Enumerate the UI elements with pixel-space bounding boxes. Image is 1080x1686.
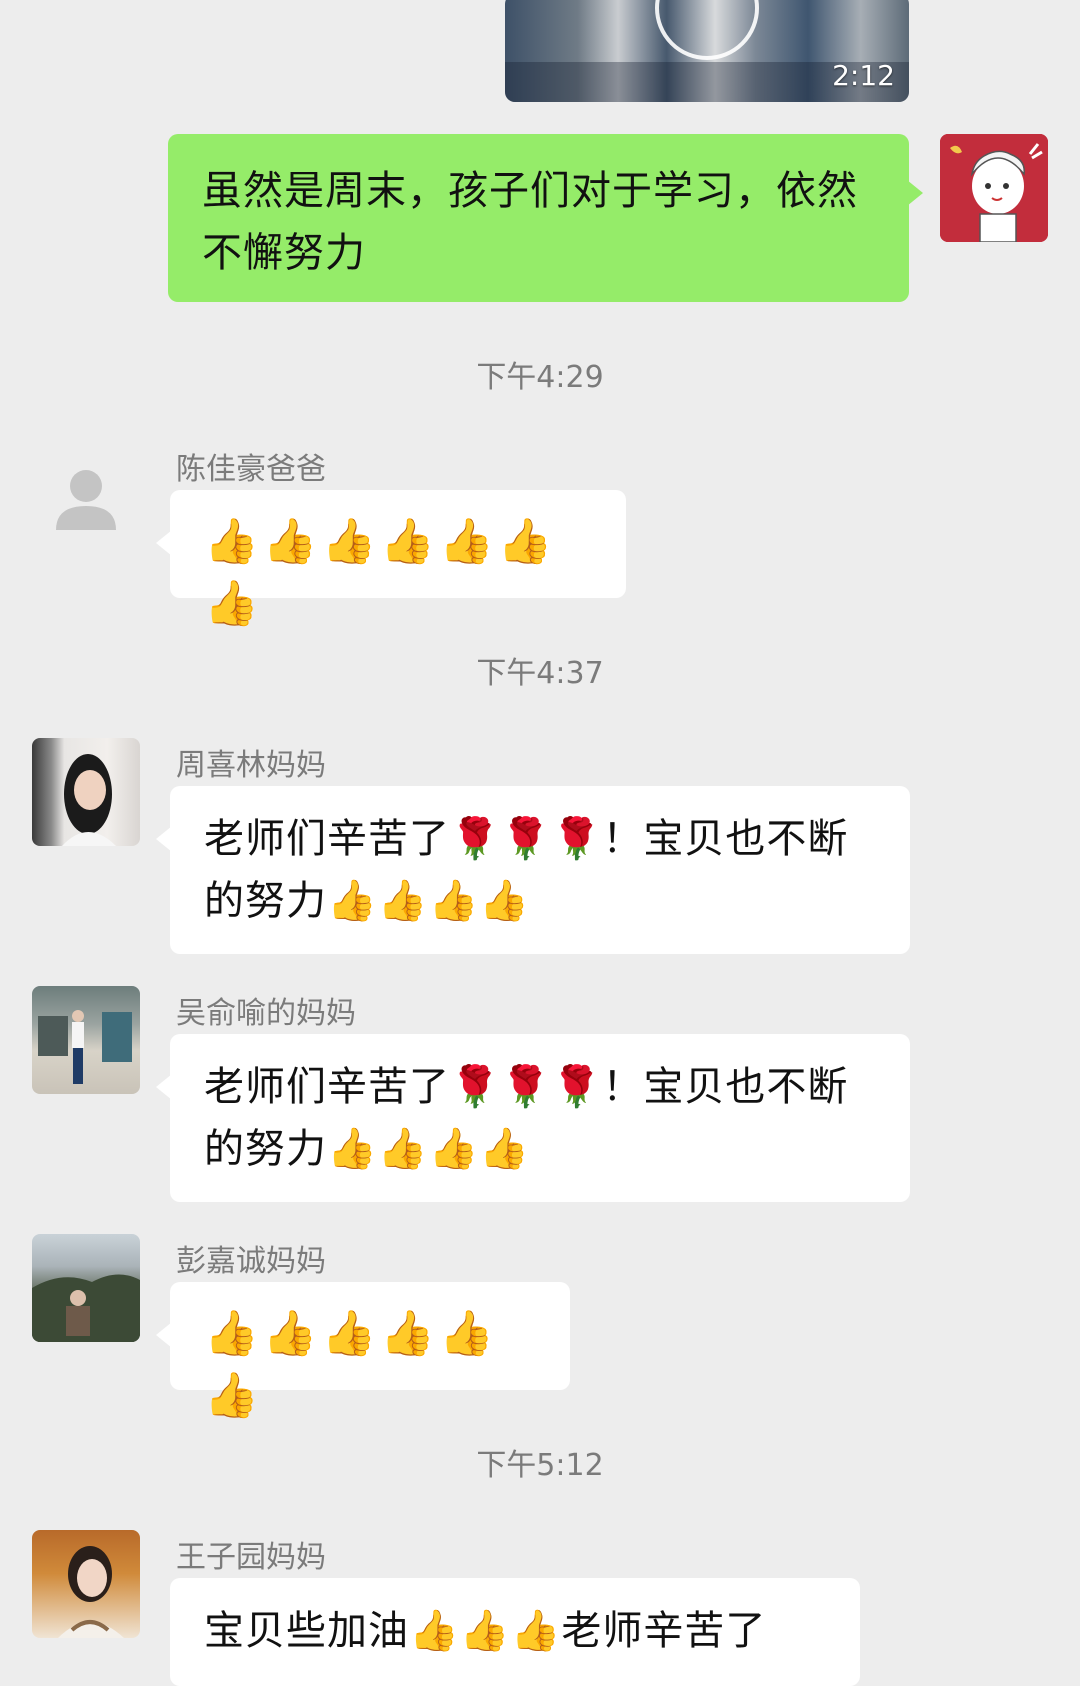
avatar[interactable] xyxy=(32,1530,140,1638)
user-photo xyxy=(38,1010,132,1084)
cartoon-girl-avatar-icon xyxy=(940,134,1048,242)
my-avatar[interactable] xyxy=(940,134,1048,242)
video-message-thumbnail[interactable]: 2:12 xyxy=(505,0,909,102)
timestamp: 下午4:29 xyxy=(476,360,604,395)
user-photo xyxy=(32,1274,140,1342)
message-bubble[interactable]: 👍👍👍👍👍👍👍 xyxy=(156,490,626,629)
sender-name: 周喜林妈妈 xyxy=(176,748,326,783)
message-text: 老师们辛苦了🌹🌹🌹！宝贝也不断的努力👍👍👍👍 xyxy=(204,1064,849,1172)
timestamp: 下午5:12 xyxy=(476,1448,604,1483)
message-bubble[interactable]: 宝贝些加油👍👍👍老师辛苦了 xyxy=(170,1578,860,1686)
message-bubble[interactable]: 老师们辛苦了🌹🌹🌹！宝贝也不断的努力👍👍👍👍 xyxy=(156,1034,910,1202)
sender-name: 彭嘉诚妈妈 xyxy=(176,1244,326,1279)
user-photo xyxy=(58,1546,124,1638)
avatar[interactable] xyxy=(32,448,140,556)
message-text: 老师们辛苦了🌹🌹🌹！宝贝也不断的努力👍👍👍👍 xyxy=(204,816,849,924)
message-text: 👍👍👍👍👍👍 xyxy=(204,1308,498,1421)
default-user-icon xyxy=(56,470,116,530)
message-text: 宝贝些加油👍👍👍老师辛苦了 xyxy=(204,1608,767,1654)
message-text: 👍👍👍👍👍👍👍 xyxy=(204,516,557,629)
outgoing-message-text: 虽然是周末，孩子们对于学习，依然不懈努力 xyxy=(202,168,858,276)
play-icon[interactable] xyxy=(655,0,759,60)
sender-name: 王子园妈妈 xyxy=(176,1540,326,1575)
avatar[interactable] xyxy=(32,1234,140,1342)
avatar[interactable] xyxy=(32,986,140,1094)
avatar[interactable] xyxy=(32,738,140,846)
user-photo xyxy=(62,754,116,846)
video-duration: 2:12 xyxy=(832,59,895,92)
timestamp: 下午4:37 xyxy=(476,656,604,691)
message-bubble[interactable]: 👍👍👍👍👍👍 xyxy=(156,1282,570,1421)
sender-name: 陈佳豪爸爸 xyxy=(176,452,326,487)
sender-name: 吴俞喻的妈妈 xyxy=(176,996,356,1031)
message-bubble[interactable]: 老师们辛苦了🌹🌹🌹！宝贝也不断的努力👍👍👍👍 xyxy=(156,786,910,954)
outgoing-message-bubble[interactable]: 虽然是周末，孩子们对于学习，依然不懈努力 xyxy=(168,134,923,302)
